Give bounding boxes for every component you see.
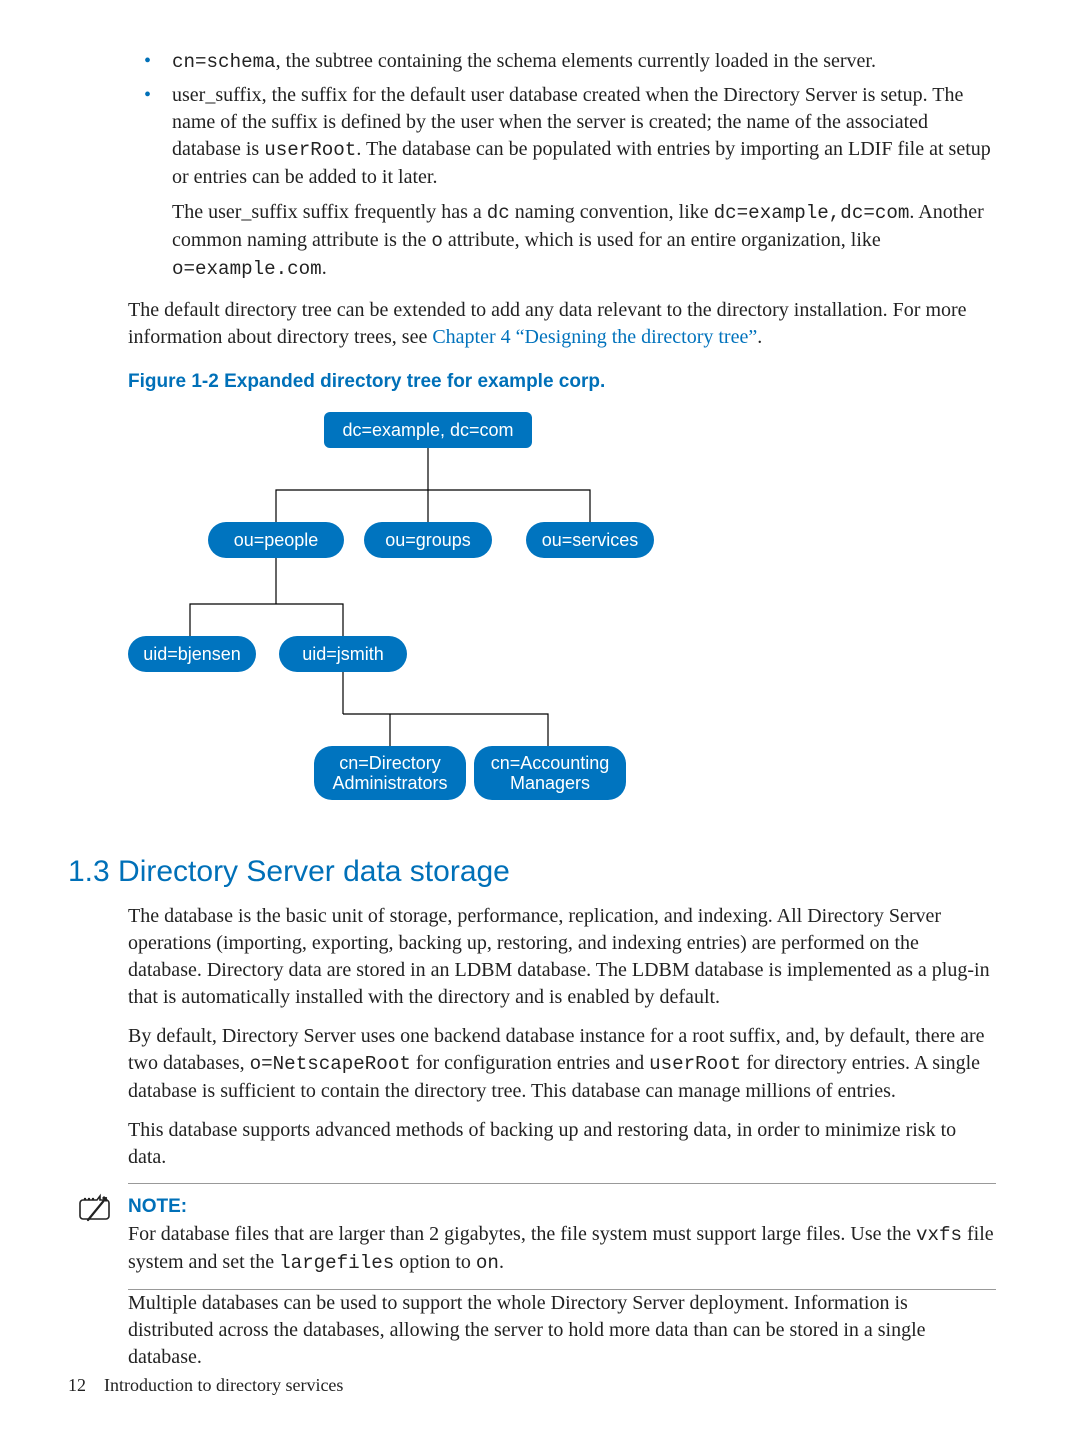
paragraph-1: The database is the basic unit of storag… (128, 903, 996, 1011)
code-text: vxfs (916, 1224, 962, 1246)
code-text: userRoot (264, 139, 356, 161)
diagram-node-label: Administrators (332, 773, 447, 793)
code-text: on (476, 1252, 499, 1274)
note-label: NOTE: (128, 1194, 996, 1220)
figure-caption: Figure 1-2 Expanded directory tree for e… (128, 369, 996, 395)
body-text: . (322, 257, 327, 279)
diagram-node-services: ou=services (526, 522, 654, 558)
paragraph-2: By default, Directory Server uses one ba… (128, 1023, 996, 1105)
footer-title: Introduction to directory services (104, 1375, 343, 1395)
diagram-node-label: ou=people (234, 530, 319, 550)
diagram-node-label: ou=services (542, 530, 639, 550)
code-text: o=NetscapeRoot (250, 1053, 411, 1075)
note-body: For database files that are larger than … (128, 1221, 996, 1277)
diagram-node-label: uid=bjensen (143, 644, 241, 664)
page: cn=schema, the subtree containing the sc… (0, 0, 1080, 1443)
chapter-link[interactable]: Chapter 4 “Designing the directory tree” (432, 326, 757, 348)
code-text: dc (487, 202, 510, 224)
body-text: for configuration entries and (411, 1052, 649, 1074)
page-footer: 12 Introduction to directory services (68, 1373, 343, 1397)
diagram-node-groups: ou=groups (364, 522, 492, 558)
page-number: 12 (68, 1375, 86, 1395)
diagram-node-label: dc=example, dc=com (342, 420, 513, 440)
directory-tree-diagram: dc=example, dc=com ou=people ou=groups o… (128, 404, 996, 832)
diagram-node-label: uid=jsmith (302, 644, 384, 664)
body-text: . (499, 1251, 504, 1273)
body-text: . (757, 326, 762, 348)
diagram-node-root: dc=example, dc=com (324, 412, 532, 448)
bullet-item-schema: cn=schema, the subtree containing the sc… (154, 48, 996, 76)
bullet-list: cn=schema, the subtree containing the sc… (128, 48, 996, 283)
code-text: cn=schema (172, 51, 276, 73)
paragraph-3: This database supports advanced methods … (128, 1117, 996, 1171)
diagram-node-label: ou=groups (385, 530, 471, 550)
code-text: o=example.com (172, 258, 322, 280)
code-text: dc=example,dc=com (714, 202, 910, 224)
diagram-node-bjensen: uid=bjensen (128, 636, 256, 672)
code-text: userRoot (649, 1053, 741, 1075)
paragraph-after-bullets: The default directory tree can be extend… (128, 297, 996, 351)
note-icon (78, 1190, 114, 1226)
body-text: The user_suffix suffix frequently has a (172, 201, 487, 223)
diagram-svg: dc=example, dc=com ou=people ou=groups o… (128, 404, 748, 824)
code-text: largefiles (279, 1252, 394, 1274)
diagram-node-label: cn=Directory (339, 753, 441, 773)
section-heading: 1.3 Directory Server data storage (68, 852, 996, 893)
bullet-item-usersuffix: user_suffix, the suffix for the default … (154, 82, 996, 283)
page-content: cn=schema, the subtree containing the sc… (128, 48, 996, 1371)
body-text: naming convention, like (510, 201, 714, 223)
body-text: attribute, which is used for an entire o… (443, 229, 881, 251)
diagram-node-accounting-managers: cn=Accounting Managers (474, 746, 626, 800)
code-text: o (431, 230, 443, 252)
diagram-node-label: Managers (510, 773, 590, 793)
paragraph-after-note: Multiple databases can be used to suppor… (128, 1290, 996, 1371)
note-block: NOTE: For database files that are larger… (128, 1183, 996, 1290)
bullet-subparagraph: The user_suffix suffix frequently has a … (172, 199, 996, 283)
diagram-node-label: cn=Accounting (491, 753, 610, 773)
diagram-node-jsmith: uid=jsmith (279, 636, 407, 672)
body-text: , the subtree containing the schema elem… (276, 50, 876, 72)
body-text: For database files that are larger than … (128, 1223, 916, 1245)
diagram-node-people: ou=people (208, 522, 344, 558)
body-text: option to (394, 1251, 476, 1273)
diagram-node-directory-admins: cn=Directory Administrators (314, 746, 466, 800)
